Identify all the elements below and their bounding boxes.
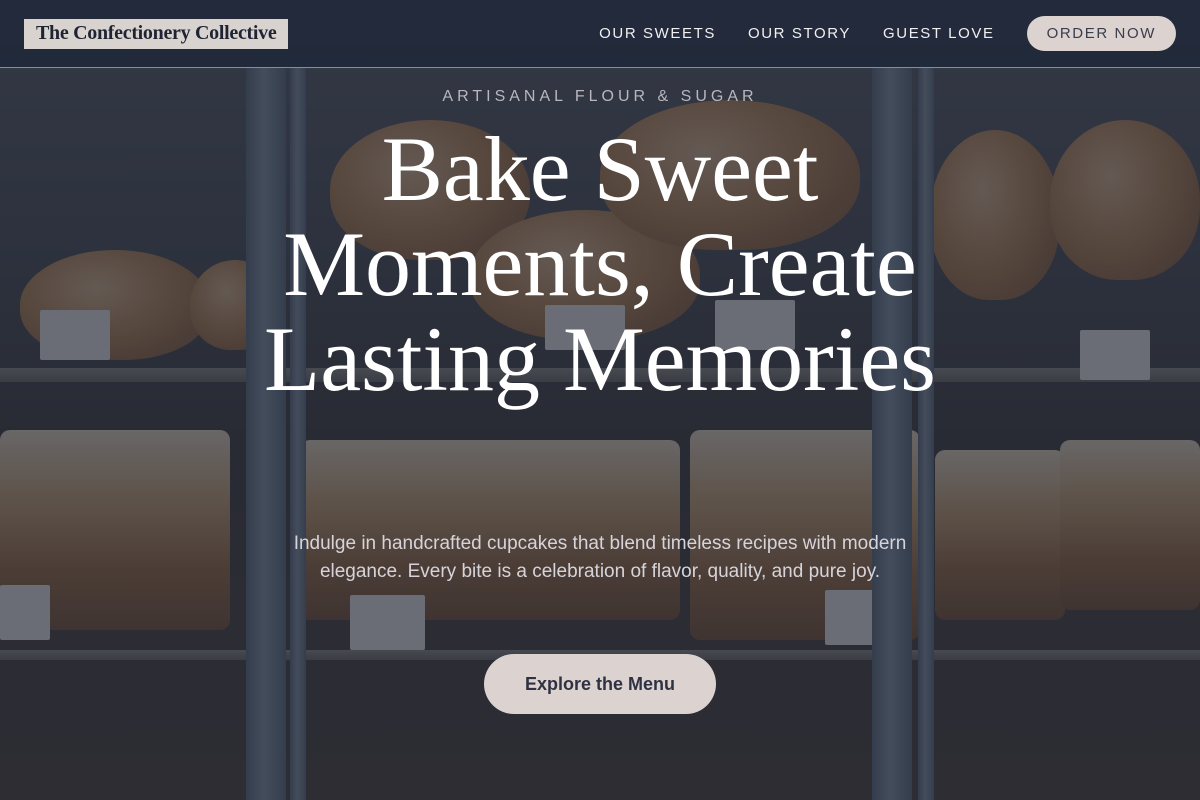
nav-link-our-sweets[interactable]: OUR SWEETS	[599, 25, 716, 42]
nav-link-our-story[interactable]: OUR STORY	[748, 25, 851, 42]
nav-link-guest-love[interactable]: GUEST LOVE	[883, 25, 995, 42]
brand-logo[interactable]: The Confectionery Collective	[24, 18, 289, 49]
hero-subtext: Indulge in handcrafted cupcakes that ble…	[293, 533, 907, 582]
main-nav: OUR SWEETS OUR STORY GUEST LOVE ORDER NO…	[599, 16, 1176, 51]
hero-section: ARTISANAL FLOUR & SUGAR Bake Sweet Momen…	[0, 68, 1200, 800]
explore-menu-button[interactable]: Explore the Menu	[484, 654, 716, 714]
hero-headline: Bake Sweet Moments, Create Lasting Memor…	[264, 118, 936, 410]
order-now-button[interactable]: ORDER NOW	[1026, 16, 1176, 51]
site-header: The Confectionery Collective OUR SWEETS …	[0, 0, 1200, 68]
hero-eyebrow: ARTISANAL FLOUR & SUGAR	[442, 88, 758, 105]
